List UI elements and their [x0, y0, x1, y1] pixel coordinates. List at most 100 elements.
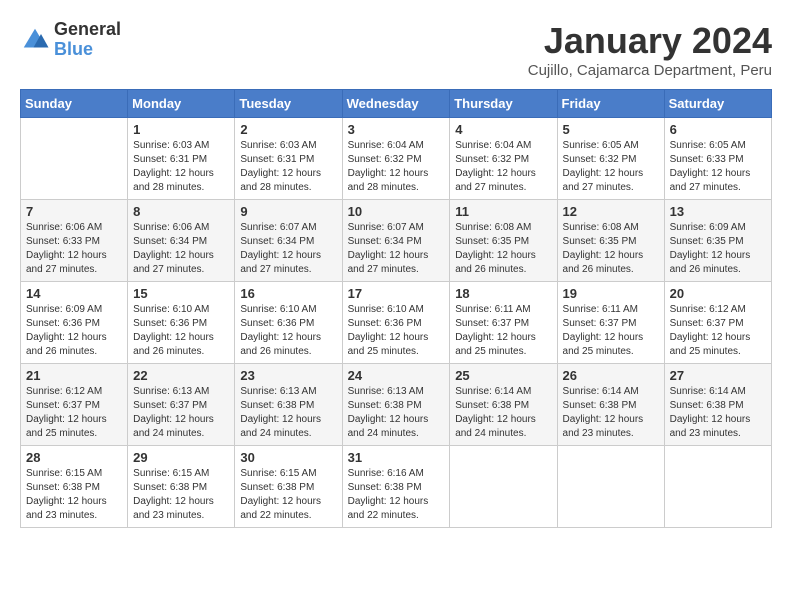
day-number: 13 — [670, 204, 766, 219]
day-number: 27 — [670, 368, 766, 383]
calendar-cell: 4Sunrise: 6:04 AM Sunset: 6:32 PM Daylig… — [450, 118, 557, 200]
day-number: 29 — [133, 450, 229, 465]
day-info: Sunrise: 6:10 AM Sunset: 6:36 PM Dayligh… — [240, 303, 336, 359]
logo-blue: Blue — [54, 39, 93, 59]
calendar-header: SundayMondayTuesdayWednesdayThursdayFrid… — [21, 90, 772, 118]
calendar-cell: 25Sunrise: 6:14 AM Sunset: 6:38 PM Dayli… — [450, 364, 557, 446]
day-info: Sunrise: 6:15 AM Sunset: 6:38 PM Dayligh… — [240, 467, 336, 523]
day-info: Sunrise: 6:07 AM Sunset: 6:34 PM Dayligh… — [348, 221, 445, 277]
day-info: Sunrise: 6:09 AM Sunset: 6:35 PM Dayligh… — [670, 221, 766, 277]
page-header: General Blue January 2024 Cujillo, Cajam… — [20, 20, 772, 79]
day-info: Sunrise: 6:06 AM Sunset: 6:34 PM Dayligh… — [133, 221, 229, 277]
calendar-cell: 13 Sunrise: 6:09 AM Sunset: 6:35 PM Dayli… — [664, 200, 771, 282]
calendar-cell: 30 Sunrise: 6:15 AM Sunset: 6:38 PM Dayli… — [235, 446, 342, 528]
day-number: 20 — [670, 286, 766, 301]
day-number: 17 — [348, 286, 445, 301]
month-year-title: January 2024 — [528, 20, 772, 62]
day-number: 31 — [348, 450, 445, 465]
day-info: Sunrise: 6:11 AM Sunset: 6:37 PM Dayligh… — [455, 303, 551, 359]
day-number: 7 — [26, 204, 122, 219]
day-info: Sunrise: 6:05 AM Sunset: 6:32 PM Dayligh… — [563, 139, 659, 195]
day-number: 12 — [563, 204, 659, 219]
day-info: Sunrise: 6:03 AM Sunset: 6:31 PM Dayligh… — [240, 139, 336, 195]
day-number: 11 — [455, 204, 551, 219]
day-number: 15 — [133, 286, 229, 301]
day-info: Sunrise: 6:16 AM Sunset: 6:38 PM Dayligh… — [348, 467, 445, 523]
title-block: January 2024 Cujillo, Cajamarca Departme… — [528, 20, 772, 79]
header-cell-tuesday: Tuesday — [235, 90, 342, 118]
header-cell-saturday: Saturday — [664, 90, 771, 118]
calendar-cell: 26 Sunrise: 6:14 AM Sunset: 6:38 PM Dayli… — [557, 364, 664, 446]
day-number: 5 — [563, 122, 659, 137]
calendar-body: 1 Sunrise: 6:03 AM Sunset: 6:31 PM Daylig… — [21, 118, 772, 528]
calendar-cell: 7 Sunrise: 6:06 AM Sunset: 6:33 PM Daylig… — [21, 200, 128, 282]
day-number: 10 — [348, 204, 445, 219]
day-info: Sunrise: 6:10 AM Sunset: 6:36 PM Dayligh… — [133, 303, 229, 359]
day-number: 21 — [26, 368, 122, 383]
day-number: 2 — [240, 122, 336, 137]
calendar-cell: 14 Sunrise: 6:09 AM Sunset: 6:36 PM Dayli… — [21, 282, 128, 364]
calendar-cell: 8Sunrise: 6:06 AM Sunset: 6:34 PM Daylig… — [128, 200, 235, 282]
day-info: Sunrise: 6:14 AM Sunset: 6:38 PM Dayligh… — [670, 385, 766, 441]
day-info: Sunrise: 6:04 AM Sunset: 6:32 PM Dayligh… — [455, 139, 551, 195]
day-number: 30 — [240, 450, 336, 465]
logo-icon — [20, 25, 50, 55]
logo: General Blue — [20, 20, 121, 60]
calendar-cell: 23Sunrise: 6:13 AM Sunset: 6:38 PM Dayli… — [235, 364, 342, 446]
day-number: 14 — [26, 286, 122, 301]
calendar-cell: 5 Sunrise: 6:05 AM Sunset: 6:32 PM Daylig… — [557, 118, 664, 200]
calendar-cell: 21 Sunrise: 6:12 AM Sunset: 6:37 PM Dayli… — [21, 364, 128, 446]
day-info: Sunrise: 6:15 AM Sunset: 6:38 PM Dayligh… — [133, 467, 229, 523]
week-row-0: 1 Sunrise: 6:03 AM Sunset: 6:31 PM Daylig… — [21, 118, 772, 200]
week-row-1: 7 Sunrise: 6:06 AM Sunset: 6:33 PM Daylig… — [21, 200, 772, 282]
calendar-cell: 17 Sunrise: 6:10 AM Sunset: 6:36 PM Dayli… — [342, 282, 450, 364]
day-number: 28 — [26, 450, 122, 465]
header-row: SundayMondayTuesdayWednesdayThursdayFrid… — [21, 90, 772, 118]
day-info: Sunrise: 6:13 AM Sunset: 6:38 PM Dayligh… — [240, 385, 336, 441]
calendar-cell: 31 Sunrise: 6:16 AM Sunset: 6:38 PM Dayli… — [342, 446, 450, 528]
day-number: 19 — [563, 286, 659, 301]
day-info: Sunrise: 6:14 AM Sunset: 6:38 PM Dayligh… — [455, 385, 551, 441]
day-info: Sunrise: 6:03 AM Sunset: 6:31 PM Dayligh… — [133, 139, 229, 195]
day-info: Sunrise: 6:09 AM Sunset: 6:36 PM Dayligh… — [26, 303, 122, 359]
calendar-cell: 24 Sunrise: 6:13 AM Sunset: 6:38 PM Dayli… — [342, 364, 450, 446]
location-subtitle: Cujillo, Cajamarca Department, Peru — [528, 62, 772, 79]
day-info: Sunrise: 6:13 AM Sunset: 6:38 PM Dayligh… — [348, 385, 445, 441]
day-info: Sunrise: 6:10 AM Sunset: 6:36 PM Dayligh… — [348, 303, 445, 359]
calendar-cell: 6Sunrise: 6:05 AM Sunset: 6:33 PM Daylig… — [664, 118, 771, 200]
calendar-cell: 20Sunrise: 6:12 AM Sunset: 6:37 PM Dayli… — [664, 282, 771, 364]
week-row-3: 21 Sunrise: 6:12 AM Sunset: 6:37 PM Dayli… — [21, 364, 772, 446]
day-number: 24 — [348, 368, 445, 383]
day-info: Sunrise: 6:08 AM Sunset: 6:35 PM Dayligh… — [455, 221, 551, 277]
day-info: Sunrise: 6:15 AM Sunset: 6:38 PM Dayligh… — [26, 467, 122, 523]
day-info: Sunrise: 6:06 AM Sunset: 6:33 PM Dayligh… — [26, 221, 122, 277]
calendar-cell: 15 Sunrise: 6:10 AM Sunset: 6:36 PM Dayli… — [128, 282, 235, 364]
calendar-cell: 9 Sunrise: 6:07 AM Sunset: 6:34 PM Daylig… — [235, 200, 342, 282]
calendar-cell: 18 Sunrise: 6:11 AM Sunset: 6:37 PM Dayli… — [450, 282, 557, 364]
day-info: Sunrise: 6:14 AM Sunset: 6:38 PM Dayligh… — [563, 385, 659, 441]
calendar-cell: 19Sunrise: 6:11 AM Sunset: 6:37 PM Dayli… — [557, 282, 664, 364]
day-number: 1 — [133, 122, 229, 137]
calendar-cell: 28 Sunrise: 6:15 AM Sunset: 6:38 PM Dayli… — [21, 446, 128, 528]
calendar-cell: 27 Sunrise: 6:14 AM Sunset: 6:38 PM Dayli… — [664, 364, 771, 446]
calendar-cell: 16Sunrise: 6:10 AM Sunset: 6:36 PM Dayli… — [235, 282, 342, 364]
day-number: 6 — [670, 122, 766, 137]
day-number: 9 — [240, 204, 336, 219]
header-cell-friday: Friday — [557, 90, 664, 118]
calendar-cell: 2 Sunrise: 6:03 AM Sunset: 6:31 PM Daylig… — [235, 118, 342, 200]
day-info: Sunrise: 6:12 AM Sunset: 6:37 PM Dayligh… — [26, 385, 122, 441]
calendar-cell — [450, 446, 557, 528]
day-number: 18 — [455, 286, 551, 301]
logo-text: General Blue — [54, 20, 121, 60]
calendar-cell: 11 Sunrise: 6:08 AM Sunset: 6:35 PM Dayli… — [450, 200, 557, 282]
header-cell-monday: Monday — [128, 90, 235, 118]
day-number: 22 — [133, 368, 229, 383]
calendar-cell: 22Sunrise: 6:13 AM Sunset: 6:37 PM Dayli… — [128, 364, 235, 446]
day-info: Sunrise: 6:07 AM Sunset: 6:34 PM Dayligh… — [240, 221, 336, 277]
day-number: 26 — [563, 368, 659, 383]
week-row-4: 28 Sunrise: 6:15 AM Sunset: 6:38 PM Dayli… — [21, 446, 772, 528]
day-info: Sunrise: 6:04 AM Sunset: 6:32 PM Dayligh… — [348, 139, 445, 195]
calendar-table: SundayMondayTuesdayWednesdayThursdayFrid… — [20, 89, 772, 528]
calendar-cell: 1 Sunrise: 6:03 AM Sunset: 6:31 PM Daylig… — [128, 118, 235, 200]
day-number: 3 — [348, 122, 445, 137]
